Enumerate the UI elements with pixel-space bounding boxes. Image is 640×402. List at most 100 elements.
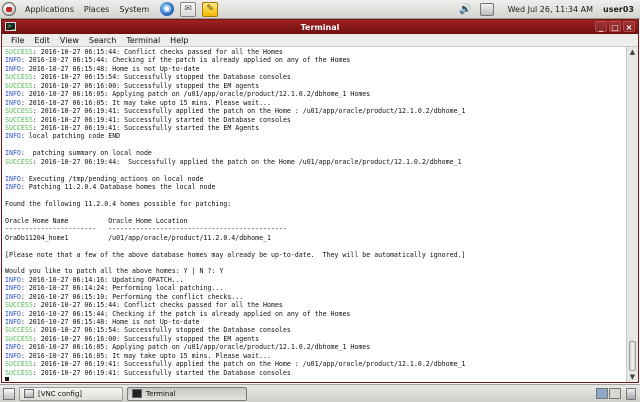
log-text: ----------------------- ----------------… <box>5 225 287 234</box>
terminal-line: INFO: 2016-10-27 06:16:05: It may take u… <box>5 99 625 107</box>
terminal-line: OraDb11204_home1 /u01/app/oracle/product… <box>5 234 625 242</box>
log-level: INFO <box>5 292 21 301</box>
log-text: : 2016-10-27 06:16:05: It may take upto … <box>20 351 271 360</box>
log-text: Found the following 11.2.0.4 homes possi… <box>5 199 232 208</box>
mail-icon[interactable]: ✉ <box>180 1 197 17</box>
minimize-button[interactable]: _ <box>595 21 607 32</box>
terminal-area[interactable]: SUCCESS: 2016-10-27 06:15:44: Conflict c… <box>2 47 638 382</box>
web-browser-icon[interactable]: ◉ <box>160 2 175 16</box>
terminal-line: SUCCESS: 2016-10-27 06:19:41: Successful… <box>5 116 625 124</box>
window-icon <box>24 389 34 398</box>
places-menu[interactable]: Places <box>79 0 114 19</box>
log-level: INFO <box>5 64 21 73</box>
menu-terminal[interactable]: Terminal <box>121 36 165 45</box>
top-panel: Applications Places System ◉ ✉ ✎ 🔊 Wed J… <box>0 0 640 19</box>
taskbar-label: [VNC config] <box>38 389 83 398</box>
terminal-line: INFO: 2016-10-27 06:15:44: Checking if t… <box>5 310 625 318</box>
log-level: SUCCESS <box>5 157 33 166</box>
terminal-line: SUCCESS: 2016-10-27 06:15:54: Successful… <box>5 326 625 334</box>
log-level: INFO <box>5 149 21 158</box>
terminal-line: INFO: 2016-10-27 06:15:48: Home is not U… <box>5 318 625 326</box>
terminal-line: INFO: Patching 11.2.0.4 Database homes t… <box>5 183 625 191</box>
menu-file[interactable]: File <box>6 36 29 45</box>
volume-icon[interactable]: 🔊 <box>458 3 474 16</box>
terminal-line: SUCCESS: 2016-10-27 06:15:44: Conflict c… <box>5 301 625 309</box>
terminal-line: SUCCESS: 2016-10-27 06:15:44: Conflict c… <box>5 48 625 56</box>
workspace-1[interactable] <box>596 388 608 399</box>
log-text: : 2016-10-27 06:15:44: Checking if the p… <box>20 56 351 65</box>
close-button[interactable]: × <box>623 21 635 32</box>
taskbar-label: Terminal <box>146 389 176 398</box>
terminal-icon: >_ <box>5 22 16 31</box>
menu-edit[interactable]: Edit <box>29 36 55 45</box>
log-text: : Executing /tmp/pending_actions on loca… <box>20 174 204 183</box>
taskbar-item-terminal[interactable]: Terminal <box>127 386 247 401</box>
terminal-line: INFO: 2016-10-27 06:14:24: Performing lo… <box>5 284 625 292</box>
log-text: : 2016-10-27 06:15:10: Performing the co… <box>20 292 244 301</box>
terminal-line: INFO: 2016-10-27 06:14:16: Updating OPAT… <box>5 276 625 284</box>
log-level: INFO <box>5 183 21 191</box>
terminal-line: [Please note that a few of the above dat… <box>5 251 625 259</box>
log-text: : 2016-10-27 06:19:44: Successfully appl… <box>32 157 462 166</box>
window-titlebar[interactable]: >_ Terminal _ □ × <box>2 20 638 34</box>
log-text: : 2016-10-27 06:15:54: Successfully stop… <box>32 73 291 82</box>
applications-menu[interactable]: Applications <box>20 0 79 19</box>
terminal-line: INFO: 2016-10-27 06:15:48: Home is not U… <box>5 65 625 73</box>
workspace-2[interactable] <box>609 388 621 399</box>
terminal-line: INFO: 2016-10-27 06:16:05: Applying patc… <box>5 343 625 351</box>
log-text: : 2016-10-27 06:15:54: Successfully stop… <box>32 326 291 335</box>
log-text: : 2016-10-27 06:15:44: Conflict checks p… <box>32 48 283 56</box>
menu-search[interactable]: Search <box>84 36 121 45</box>
terminal-line: SUCCESS: 2016-10-27 06:16:00: Successful… <box>5 335 625 343</box>
system-menu[interactable]: System <box>114 0 154 19</box>
notes-icon[interactable]: ✎ <box>202 1 219 17</box>
log-text: : 2016-10-27 06:14:16: Updating OPATCH..… <box>20 275 184 284</box>
user-menu[interactable]: user03 <box>603 5 634 14</box>
terminal-output[interactable]: SUCCESS: 2016-10-27 06:15:44: Conflict c… <box>5 48 625 381</box>
terminal-line: INFO: patching summary on local node <box>5 149 625 157</box>
log-text: OraDb11204_home1 /u01/app/oracle/product… <box>5 233 271 242</box>
log-text: : 2016-10-27 06:19:41: Successfully star… <box>32 115 291 124</box>
workspace-switcher[interactable] <box>595 387 636 400</box>
log-level: INFO <box>5 275 21 284</box>
log-level: SUCCESS <box>5 73 33 82</box>
log-level: SUCCESS <box>5 326 33 335</box>
scroll-down-arrow-icon[interactable]: ▼ <box>627 372 638 382</box>
vertical-scrollbar[interactable]: ▲ ▼ <box>626 47 638 382</box>
terminal-line: INFO: 2016-10-27 06:15:44: Checking if t… <box>5 56 625 64</box>
log-text: : Patching 11.2.0.4 Database homes the l… <box>20 183 216 191</box>
log-text: : local patching code END <box>20 132 121 141</box>
log-text: Oracle Home Name Oracle Home Location <box>5 216 188 225</box>
text-cursor <box>5 377 9 381</box>
log-level: INFO <box>5 309 21 318</box>
terminal-line: INFO: Executing /tmp/pending_actions on … <box>5 175 625 183</box>
maximize-button[interactable]: □ <box>609 21 621 32</box>
prompt-line[interactable] <box>5 377 625 381</box>
log-text: : 2016-10-27 06:16:00: Successfully stop… <box>32 81 260 90</box>
terminal-line: INFO: 2016-10-27 06:15:10: Performing th… <box>5 293 625 301</box>
network-icon[interactable] <box>479 2 494 16</box>
clock[interactable]: Wed Jul 26, 11:34 AM <box>508 5 593 14</box>
show-desktop-icon[interactable] <box>3 387 15 400</box>
log-text: : 2016-10-27 06:19:41: Successfully star… <box>32 368 291 377</box>
log-level: SUCCESS <box>5 107 33 116</box>
terminal-line: SUCCESS: 2016-10-27 06:19:41: Successful… <box>5 369 625 377</box>
menu-help[interactable]: Help <box>165 36 193 45</box>
menu-view[interactable]: View <box>55 36 84 45</box>
terminal-line: INFO: 2016-10-27 06:16:05: Applying patc… <box>5 90 625 98</box>
log-level: SUCCESS <box>5 368 33 377</box>
scroll-up-arrow-icon[interactable]: ▲ <box>627 47 638 57</box>
log-text: : 2016-10-27 06:19:41: Successfully appl… <box>32 107 466 116</box>
log-level: SUCCESS <box>5 48 33 56</box>
scrollbar-thumb[interactable] <box>629 341 636 371</box>
log-level: SUCCESS <box>5 301 33 310</box>
terminal-line: Would you like to patch all the above ho… <box>5 267 625 275</box>
taskbar-item-vnc-config[interactable]: [VNC config] <box>19 386 123 401</box>
gnome-foot-icon[interactable] <box>2 2 16 16</box>
log-level: INFO <box>5 284 21 293</box>
trash-icon[interactable] <box>626 387 636 400</box>
terminal-line: SUCCESS: 2016-10-27 06:19:41: Successful… <box>5 124 625 132</box>
